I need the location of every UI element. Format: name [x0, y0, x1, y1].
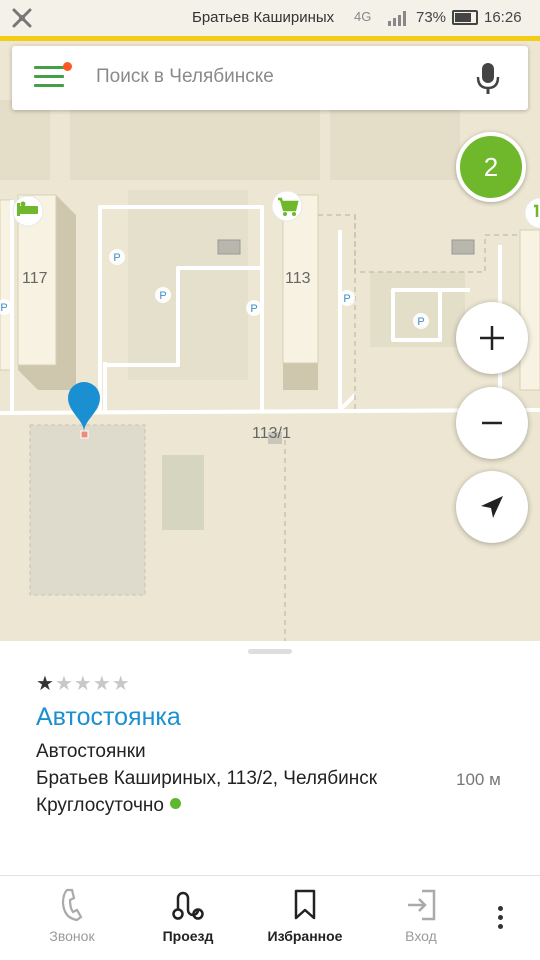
battery-percent: 73% — [416, 9, 447, 26]
svg-text:P: P — [159, 290, 166, 302]
call-button[interactable]: Звонок — [17, 888, 127, 950]
phone-icon — [61, 888, 83, 922]
status-time: 16:26 — [484, 9, 522, 26]
more-vertical-icon[interactable] — [490, 906, 510, 936]
svg-text:P: P — [0, 302, 7, 314]
card-drag-handle[interactable] — [248, 649, 292, 654]
star-icon: ★ — [36, 673, 55, 695]
parking-marker: P — [109, 249, 125, 265]
status-street-name: Братьев Кашириных — [192, 9, 335, 26]
cluster-count-badge[interactable]: 2 — [456, 132, 526, 202]
navigation-arrow-icon — [481, 496, 503, 518]
zoom-in-button[interactable] — [456, 302, 528, 374]
hamburger-menu-icon[interactable] — [34, 62, 74, 94]
entrance-button[interactable]: Вход — [366, 888, 476, 950]
place-title[interactable]: Автостоянка — [36, 703, 181, 732]
place-card[interactable]: ★★★★★ Автостоянка Автостоянки Братьев Ка… — [0, 641, 540, 875]
rating-stars: ★★★★★ — [36, 671, 131, 696]
svg-text:P: P — [343, 293, 350, 305]
parking-marker: P — [246, 300, 262, 316]
entrance-icon — [408, 889, 436, 921]
tab-label: Избранное — [267, 928, 343, 944]
svg-text:P: P — [250, 303, 257, 315]
hours-text: Круглосуточно — [36, 795, 164, 816]
zoom-out-button[interactable] — [456, 387, 528, 459]
tab-label: Проезд — [162, 928, 214, 944]
tab-label: Звонок — [49, 928, 95, 944]
app-notification-icon — [12, 8, 32, 28]
favorites-button[interactable]: Избранное — [250, 888, 360, 950]
microphone-icon[interactable] — [476, 62, 500, 96]
star-icon: ★ — [92, 673, 112, 695]
building-label: 113/1 — [252, 425, 291, 442]
place-distance: 100 м — [456, 770, 501, 789]
svg-text:P: P — [113, 252, 120, 264]
star-icon: ★ — [54, 673, 74, 695]
place-hours: Круглосуточно — [36, 795, 181, 817]
shopping-cart-icon — [271, 190, 303, 222]
place-category: Автостоянки — [36, 741, 146, 762]
star-icon: ★ — [111, 673, 131, 695]
open-status-dot — [169, 798, 181, 809]
locate-me-button[interactable] — [456, 471, 528, 543]
search-bar[interactable]: Поиск в Челябинске — [12, 46, 528, 110]
plus-icon — [480, 326, 504, 350]
parking-marker: P — [413, 313, 429, 329]
minus-icon — [482, 421, 502, 425]
notification-dot — [63, 62, 72, 71]
search-input[interactable]: Поиск в Челябинске — [96, 66, 274, 88]
bottom-action-bar: Звонок Проезд Избранное Вход — [0, 875, 540, 960]
svg-text:P: P — [417, 316, 424, 328]
hotel-icon — [12, 195, 44, 227]
place-address: Братьев Кашириных, 113/2, Челябинск — [36, 768, 378, 789]
route-button[interactable]: Проезд — [133, 888, 243, 950]
route-icon — [172, 891, 204, 920]
building-label: 117 — [22, 270, 48, 287]
parking-marker: P — [155, 287, 171, 303]
tab-label: Вход — [405, 928, 437, 944]
status-bar: Братьев Кашириных 4G 73% 16:26 — [0, 0, 540, 36]
building-label: 113 — [285, 270, 311, 287]
signal-icon — [388, 11, 406, 26]
bookmark-icon — [294, 889, 316, 920]
parking-marker: P — [339, 290, 355, 306]
battery-icon — [452, 10, 478, 25]
star-icon: ★ — [73, 673, 93, 695]
network-type: 4G — [354, 9, 372, 24]
